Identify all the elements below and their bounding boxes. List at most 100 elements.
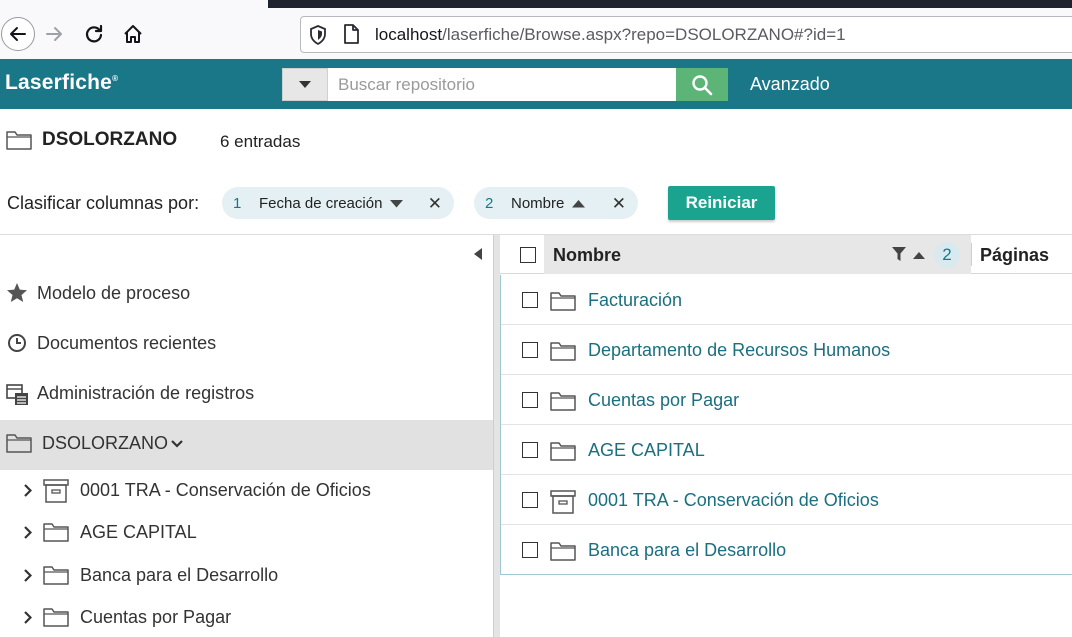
tree-item-label: 0001 TRA - Conservación de Oficios <box>80 480 371 500</box>
record-box-icon <box>43 479 69 503</box>
table-row[interactable]: AGE CAPITAL <box>501 425 1072 475</box>
folder-icon <box>43 523 69 542</box>
filter-icon[interactable] <box>892 247 906 262</box>
tree-item-label: Banca para el Desarrollo <box>80 565 279 585</box>
sort-asc-icon[interactable] <box>572 199 586 208</box>
sidebar-item-process-model[interactable]: Modelo de proceso <box>0 270 493 316</box>
tree-item[interactable]: Cuentas por Pagar <box>0 597 493 637</box>
sidebar-item-label: Documentos recientes <box>37 333 217 353</box>
column-header-label: Nombre <box>553 245 622 265</box>
folder-icon <box>550 542 576 561</box>
pane-splitter[interactable] <box>493 235 500 637</box>
chevron-right-icon[interactable] <box>24 611 32 624</box>
sidebar-item-label: DSOLORZANO <box>42 433 169 453</box>
page-title: DSOLORZANO <box>42 129 178 150</box>
table-row[interactable]: Cuentas por Pagar <box>501 375 1072 425</box>
entry-link[interactable]: Cuentas por Pagar <box>588 390 739 411</box>
entry-count: 6 entradas <box>220 132 301 151</box>
star-icon <box>7 283 27 302</box>
reset-button[interactable]: Reiniciar <box>668 186 775 220</box>
sort-rank-badge: 2 <box>934 242 960 268</box>
sort-chip-number: 1 <box>233 194 242 212</box>
sidebar-item-recent-documents[interactable]: Documentos recientes <box>0 320 493 366</box>
column-header-name[interactable]: Nombre 2 <box>544 235 971 274</box>
entry-link[interactable]: Banca para el Desarrollo <box>588 540 786 561</box>
browser-tab-strip <box>268 0 1072 8</box>
row-checkbox[interactable] <box>522 492 538 508</box>
list-header: Nombre 2 Páginas <box>500 235 1072 274</box>
row-checkbox[interactable] <box>522 542 538 558</box>
folder-icon <box>550 342 576 361</box>
collapse-pane-icon[interactable] <box>474 248 482 260</box>
advanced-search-link[interactable]: Avanzado <box>750 74 830 95</box>
breadcrumb: DSOLORZANO 6 entradas <box>0 109 1072 173</box>
reload-button[interactable] <box>78 18 110 50</box>
row-checkbox[interactable] <box>522 392 538 408</box>
entry-link[interactable]: 0001 TRA - Conservación de Oficios <box>588 490 879 511</box>
sort-asc-icon[interactable] <box>913 251 925 260</box>
tree-item-label: Cuentas por Pagar <box>80 607 232 627</box>
home-button[interactable] <box>117 18 149 50</box>
table-row[interactable]: 0001 TRA - Conservación de Oficios <box>501 475 1072 525</box>
back-button[interactable] <box>1 17 35 51</box>
folder-icon <box>550 292 576 311</box>
sort-desc-icon[interactable] <box>390 199 404 208</box>
sort-chip-creation-date[interactable]: 1 Fecha de creación ✕ <box>222 187 454 219</box>
row-checkbox[interactable] <box>522 292 538 308</box>
close-icon[interactable]: ✕ <box>612 194 626 214</box>
page-icon[interactable] <box>343 24 359 44</box>
close-icon[interactable]: ✕ <box>428 194 442 214</box>
search-button[interactable] <box>676 68 728 101</box>
laserfiche-logo[interactable]: Laserfiche® <box>5 71 118 95</box>
tree-item[interactable]: 0001 TRA - Conservación de Oficios <box>0 470 493 512</box>
table-row[interactable]: Banca para el Desarrollo <box>501 525 1072 575</box>
tree-item-label: AGE CAPITAL <box>80 522 197 542</box>
shield-icon[interactable] <box>309 25 327 45</box>
row-checkbox[interactable] <box>522 342 538 358</box>
entry-link[interactable]: Departamento de Recursos Humanos <box>588 340 890 361</box>
sort-chip-label: Nombre <box>511 194 565 212</box>
chevron-right-icon[interactable] <box>24 484 32 497</box>
sort-label: Clasificar columnas por: <box>7 193 200 213</box>
table-row[interactable]: Departamento de Recursos Humanos <box>501 325 1072 375</box>
select-all-checkbox[interactable] <box>520 247 536 263</box>
folder-icon <box>43 566 69 585</box>
chevron-down-icon[interactable] <box>171 440 183 448</box>
url-text: localhost/laserfiche/Browse.aspx?repo=DS… <box>375 25 846 44</box>
navigation-pane: Modelo de proceso Documentos recientes A… <box>0 235 493 637</box>
row-checkbox[interactable] <box>522 442 538 458</box>
arrow-right-icon <box>46 27 62 41</box>
search-input[interactable] <box>328 68 676 101</box>
caret-down-icon <box>299 80 311 88</box>
sidebar-item-repository[interactable]: DSOLORZANO <box>0 420 493 470</box>
sort-bar: Clasificar columnas por: 1 Fecha de crea… <box>0 173 1072 235</box>
sort-chip-label: Fecha de creación <box>259 194 383 212</box>
forward-button[interactable] <box>38 18 70 50</box>
records-icon <box>6 384 28 405</box>
tree-item[interactable]: AGE CAPITAL <box>0 512 493 554</box>
home-icon <box>124 25 142 43</box>
chevron-right-icon[interactable] <box>24 569 32 582</box>
column-divider[interactable] <box>971 243 972 266</box>
search-scope-dropdown[interactable] <box>282 68 328 101</box>
sort-chip-name[interactable]: 2 Nombre ✕ <box>474 187 638 219</box>
sort-chip-number: 2 <box>485 194 494 212</box>
address-bar[interactable]: localhost/laserfiche/Browse.aspx?repo=DS… <box>300 16 1072 53</box>
column-header-pages[interactable]: Páginas <box>980 245 1049 266</box>
record-box-icon <box>550 490 576 514</box>
sidebar-item-records-management[interactable]: Administración de registros <box>0 370 493 416</box>
search-icon <box>692 74 713 95</box>
content-pane: Nombre 2 Páginas Facturación Departament… <box>500 235 1072 637</box>
clock-icon <box>8 334 26 352</box>
folder-icon <box>550 442 576 461</box>
chevron-right-icon[interactable] <box>24 526 32 539</box>
folder-icon <box>6 434 32 453</box>
table-row[interactable]: Facturación <box>501 275 1072 325</box>
sidebar-item-label: Administración de registros <box>37 383 255 403</box>
sidebar-item-label: Modelo de proceso <box>37 283 191 303</box>
arrow-left-icon <box>10 27 26 41</box>
entry-link[interactable]: Facturación <box>588 290 682 311</box>
tree-item[interactable]: Banca para el Desarrollo <box>0 555 493 597</box>
entry-link[interactable]: AGE CAPITAL <box>588 440 705 461</box>
folder-icon <box>6 131 32 150</box>
